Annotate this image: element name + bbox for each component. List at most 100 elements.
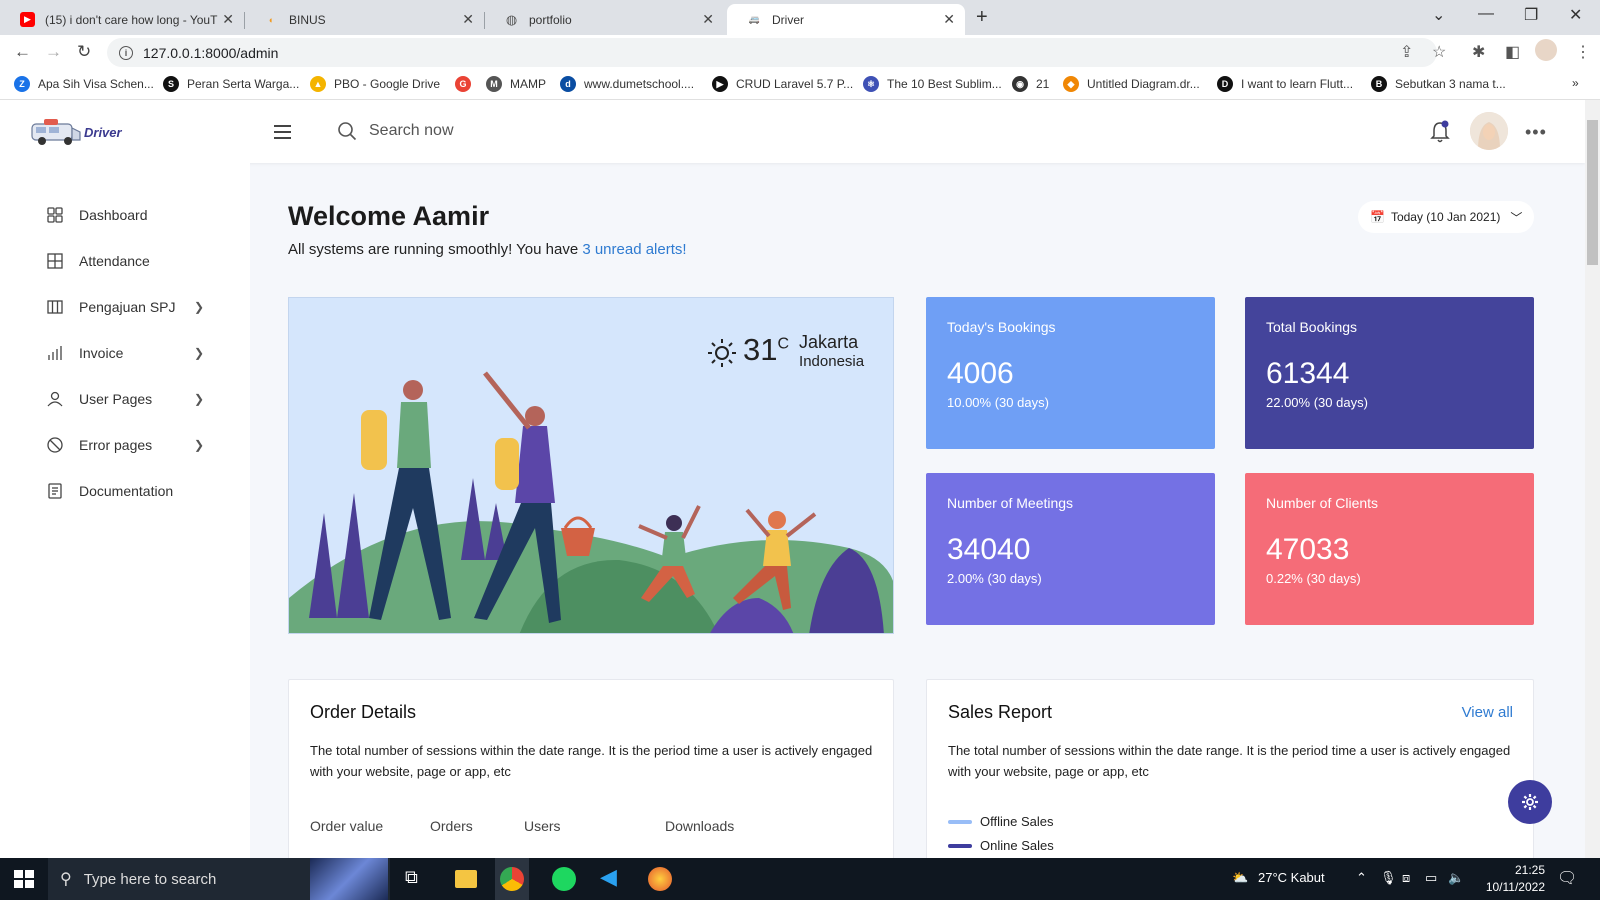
close-tab-icon[interactable]: ✕ bbox=[462, 11, 474, 28]
settings-fab[interactable] bbox=[1508, 780, 1552, 824]
profile-avatar[interactable] bbox=[1535, 39, 1557, 61]
sidebar-item-pengajuan-spj[interactable]: Pengajuan SPJ ❯ bbox=[46, 298, 206, 316]
bookmark-item[interactable]: G bbox=[455, 76, 479, 92]
chrome-icon[interactable] bbox=[500, 867, 524, 891]
stat-card-todays-bookings[interactable]: Today's Bookings 4006 10.00% (30 days) bbox=[926, 297, 1215, 449]
chevron-right-icon: ❯ bbox=[194, 346, 205, 360]
sidebar: Dashboard Attendance Pengajuan SPJ ❯ Invoice… bbox=[0, 163, 250, 858]
bookmark-item[interactable]: D I want to learn Flutt... bbox=[1217, 76, 1353, 92]
window-close-icon[interactable]: ✕ bbox=[1569, 5, 1582, 25]
tab-binus[interactable]: ◐ BINUS ✕ bbox=[244, 4, 484, 35]
close-tab-icon[interactable]: ✕ bbox=[702, 11, 714, 28]
scrollbar-thumb[interactable] bbox=[1587, 120, 1598, 265]
bookmark-item[interactable]: ◉ 21 bbox=[1012, 76, 1049, 92]
search-highlight-image bbox=[310, 858, 388, 900]
url-field[interactable]: i 127.0.0.1:8000/admin bbox=[107, 38, 1437, 67]
page-scrollbar[interactable] bbox=[1585, 100, 1600, 858]
more-bookmarks-icon[interactable]: » bbox=[1572, 76, 1579, 90]
taskbar-weather[interactable]: 27°C Kabut bbox=[1258, 870, 1325, 885]
user-icon bbox=[47, 391, 63, 407]
weather-cloud-icon[interactable]: ⛅ bbox=[1232, 870, 1248, 886]
bookmark-item[interactable]: M MAMP bbox=[486, 76, 546, 92]
minimize-icon[interactable]: — bbox=[1478, 5, 1494, 23]
notification-bell-icon[interactable] bbox=[1429, 120, 1451, 144]
bookmark-favicon-icon: ◉ bbox=[1012, 76, 1028, 92]
restore-icon[interactable]: ❐ bbox=[1524, 5, 1538, 25]
date-selector[interactable]: 📅 Today (10 Jan 2021) ﹀ bbox=[1358, 201, 1535, 233]
microphone-icon[interactable]: 🎙 bbox=[1380, 870, 1397, 886]
taskbar-search[interactable]: ⚲ Type here to search bbox=[48, 858, 390, 900]
sidebar-item-user-pages[interactable]: User Pages ❯ bbox=[46, 390, 206, 408]
date-label: Today (10 Jan 2021) bbox=[1390, 210, 1501, 224]
taskbar-clock[interactable]: 21:25 10/11/2022 bbox=[1473, 862, 1545, 896]
browser-tab-bar: ▶ (15) i don't care how long - YouT ✕ ◐ … bbox=[0, 0, 1600, 35]
forward-icon[interactable]: → bbox=[45, 42, 62, 62]
new-tab-icon[interactable]: + bbox=[976, 6, 988, 29]
close-tab-icon[interactable]: ✕ bbox=[222, 11, 234, 28]
bookmark-item[interactable]: Z Apa Sih Visa Schen... bbox=[14, 76, 154, 92]
columns-icon bbox=[47, 300, 63, 314]
user-avatar[interactable] bbox=[1470, 112, 1508, 150]
volume-icon[interactable]: 🔈 bbox=[1448, 870, 1464, 886]
tab-driver[interactable]: 🚐 Driver ✕ bbox=[727, 4, 965, 35]
network-icon[interactable]: ⧈ bbox=[1402, 870, 1410, 886]
chevron-right-icon: ❯ bbox=[194, 300, 205, 314]
notifications-icon[interactable]: 🗨 bbox=[1557, 868, 1577, 888]
hamburger-menu-icon[interactable] bbox=[274, 125, 291, 143]
spotify-icon[interactable] bbox=[552, 867, 576, 891]
logo[interactable]: Driver bbox=[30, 116, 122, 148]
firefox-icon[interactable] bbox=[648, 867, 672, 891]
stat-label: Today's Bookings bbox=[947, 319, 1056, 335]
table-icon bbox=[47, 253, 63, 269]
search-bar[interactable]: Search now bbox=[337, 121, 454, 141]
bookmark-item[interactable]: ⚛ The 10 Best Sublim... bbox=[863, 76, 1002, 92]
info-icon[interactable]: i bbox=[119, 45, 133, 60]
legend-online-sales: Online Sales bbox=[948, 838, 1054, 853]
menu-icon[interactable]: ⋮ bbox=[1575, 42, 1591, 62]
bookmark-item[interactable]: ◆ Untitled Diagram.dr... bbox=[1063, 76, 1200, 92]
stat-card-total-bookings[interactable]: Total Bookings 61344 22.00% (30 days) bbox=[1245, 297, 1534, 449]
search-icon bbox=[338, 122, 357, 141]
card-description: The total number of sessions within the … bbox=[948, 743, 1511, 779]
extensions-icon[interactable]: ✱ bbox=[1472, 42, 1485, 62]
sidebar-item-dashboard[interactable]: Dashboard bbox=[46, 206, 206, 224]
tab-youtube[interactable]: ▶ (15) i don't care how long - YouT ✕ bbox=[0, 4, 244, 35]
task-view-icon[interactable]: ⧉ bbox=[405, 867, 429, 891]
sidebar-item-label: User Pages bbox=[79, 391, 153, 407]
legend-label: Online Sales bbox=[980, 838, 1054, 853]
tab-portfolio[interactable]: ◍ portfolio ✕ bbox=[484, 4, 724, 35]
view-all-link[interactable]: View all bbox=[1462, 704, 1513, 721]
unread-alerts-link[interactable]: 3 unread alerts! bbox=[582, 241, 686, 258]
windows-start-icon[interactable] bbox=[12, 867, 36, 891]
sidebar-item-invoice[interactable]: Invoice ❯ bbox=[46, 344, 206, 362]
side-panel-icon[interactable]: ◧ bbox=[1505, 42, 1520, 62]
back-icon[interactable]: ← bbox=[14, 42, 31, 62]
sidebar-item-documentation[interactable]: Documentation bbox=[46, 482, 206, 500]
bookmark-item[interactable]: ▲ PBO - Google Drive bbox=[310, 76, 440, 92]
sidebar-item-attendance[interactable]: Attendance bbox=[46, 252, 206, 270]
column-users: Users bbox=[524, 818, 561, 834]
sidebar-item-error-pages[interactable]: Error pages ❯ bbox=[46, 436, 206, 454]
bookmark-item[interactable]: ▶ CRUD Laravel 5.7 P... bbox=[712, 76, 853, 92]
vscode-icon[interactable]: ◀ bbox=[600, 864, 624, 889]
van-logo-icon bbox=[31, 119, 81, 145]
bookmark-label: I want to learn Flutt... bbox=[1241, 77, 1354, 91]
battery-icon[interactable]: ▭ bbox=[1425, 870, 1437, 886]
chevron-up-icon[interactable]: ⌃ bbox=[1356, 870, 1367, 886]
more-options-icon[interactable]: ••• bbox=[1525, 122, 1547, 143]
star-icon[interactable]: ☆ bbox=[1432, 42, 1446, 62]
reload-icon[interactable]: ↻ bbox=[77, 42, 91, 62]
chevron-down-icon[interactable]: ⌄ bbox=[1432, 5, 1445, 25]
close-tab-icon[interactable]: ✕ bbox=[943, 11, 955, 28]
bookmark-item[interactable]: B Sebutkan 3 nama t... bbox=[1371, 76, 1506, 92]
bookmark-item[interactable]: d www.dumetschool.... bbox=[560, 76, 694, 92]
bookmark-label: Sebutkan 3 nama t... bbox=[1395, 77, 1506, 91]
stat-card-clients[interactable]: Number of Clients 47033 0.22% (30 days) bbox=[1245, 473, 1534, 625]
share-icon[interactable]: ⇪ bbox=[1400, 42, 1413, 62]
gear-icon bbox=[1522, 794, 1538, 810]
stat-value: 47033 bbox=[1266, 533, 1350, 566]
bookmark-item[interactable]: S Peran Serta Warga... bbox=[163, 76, 299, 92]
file-explorer-icon[interactable] bbox=[455, 870, 477, 888]
stat-card-meetings[interactable]: Number of Meetings 34040 2.00% (30 days) bbox=[926, 473, 1215, 625]
card-title: Order Details bbox=[310, 702, 417, 722]
